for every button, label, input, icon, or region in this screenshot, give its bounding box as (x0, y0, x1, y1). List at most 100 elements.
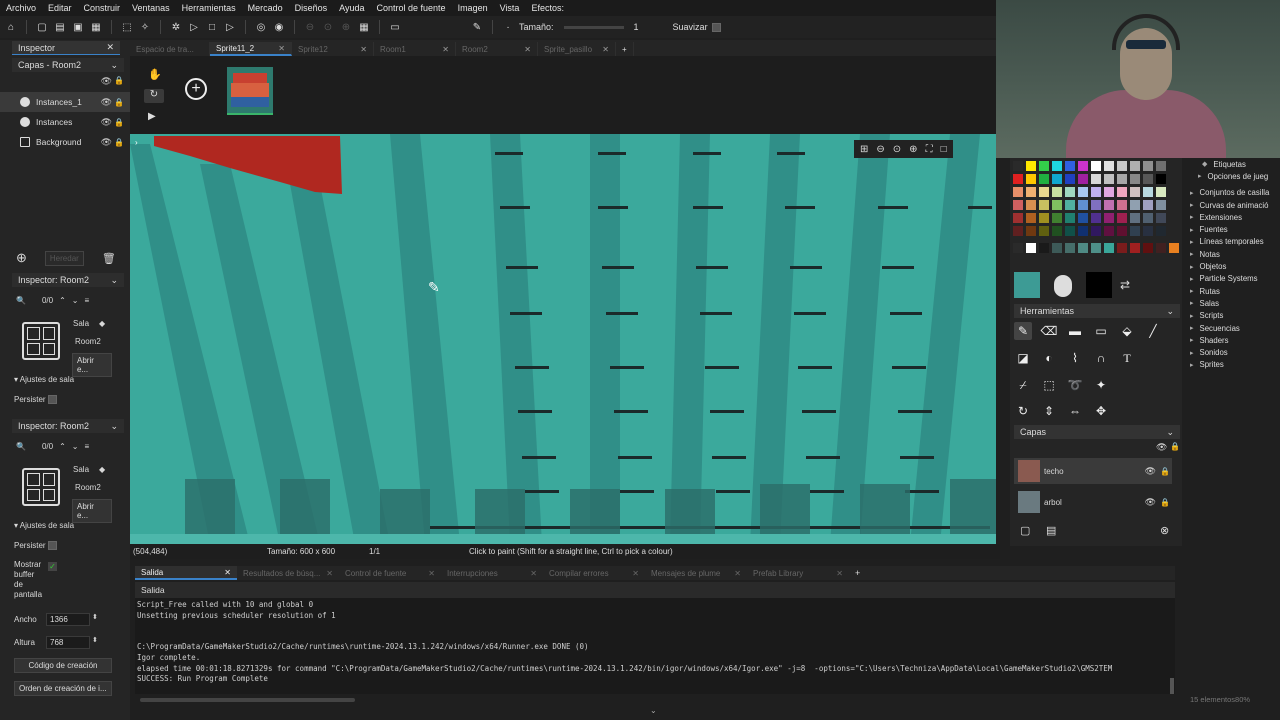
palette-swatch[interactable] (1026, 187, 1036, 197)
palette-swatch[interactable] (1078, 226, 1088, 236)
layers-header[interactable]: Capas - Room2 ⌄ (12, 58, 124, 72)
palette-swatch[interactable] (1104, 200, 1114, 210)
zoom-reset-icon[interactable]: ⊙ (893, 144, 901, 155)
lock-icon[interactable]: 🔒 (114, 118, 124, 127)
asset-folder[interactable]: ▸ Rutas (1182, 285, 1280, 297)
palette-swatch[interactable] (1091, 174, 1101, 184)
stamp-alt-icon[interactable]: ▭ (1092, 322, 1110, 340)
stop-icon[interactable]: □ (205, 20, 219, 34)
text-icon[interactable]: T (1118, 349, 1136, 367)
settings-icon[interactable]: ◉ (272, 20, 286, 34)
output-tab[interactable]: Interrupciones ✕ (441, 566, 543, 580)
add-tab-icon[interactable]: + (616, 42, 634, 56)
size-slider[interactable] (563, 25, 624, 29)
hand-icon[interactable]: ✋ (148, 68, 162, 81)
output-tab[interactable]: Control de fuente ✕ (339, 566, 441, 580)
menu-icon[interactable]: ≡ (85, 442, 90, 451)
palette-swatch[interactable] (1091, 161, 1101, 171)
palette-swatch[interactable] (1091, 187, 1101, 197)
secondary-color-swatch[interactable] (1086, 272, 1112, 298)
palette-swatch[interactable] (1143, 200, 1153, 210)
palette-swatch[interactable] (1026, 161, 1036, 171)
smudge-icon[interactable]: ⌇ (1066, 349, 1084, 367)
palette-swatch[interactable] (1065, 243, 1075, 253)
zoom-out-icon[interactable]: ⊖ (303, 20, 317, 34)
doc-tab[interactable]: Room1 ✕ (374, 42, 456, 56)
palette-swatch[interactable] (1091, 213, 1101, 223)
lock-icon[interactable]: 🔒 (114, 98, 124, 107)
palette-swatch[interactable] (1156, 213, 1166, 223)
chevron-up-icon[interactable]: ⌃ (59, 442, 66, 451)
doc-tab[interactable]: Sprite_pasillo ✕ (538, 42, 616, 56)
palette-swatch[interactable] (1130, 213, 1140, 223)
asset-folder[interactable]: ▸ Sprites (1182, 359, 1280, 371)
grid-icon[interactable]: ▦ (357, 20, 371, 34)
palette-swatch[interactable] (1156, 226, 1166, 236)
palette-swatch[interactable] (1130, 226, 1140, 236)
doc-tab[interactable]: Sprite12 ✕ (292, 42, 374, 56)
palette-swatch[interactable] (1143, 226, 1153, 236)
close-icon[interactable]: ✕ (360, 45, 367, 54)
swap-colors-icon[interactable]: ⇄ (1120, 278, 1130, 292)
palette-swatch[interactable] (1052, 243, 1062, 253)
close-icon[interactable]: ✕ (602, 45, 609, 54)
menu-mercado[interactable]: Mercado (248, 3, 283, 13)
palette-swatch[interactable] (1013, 187, 1023, 197)
palette-swatch[interactable] (1039, 200, 1049, 210)
creation-code-button[interactable]: Código de creación (14, 658, 112, 673)
palette-swatch[interactable] (1039, 226, 1049, 236)
eye-icon[interactable]: 👁 (101, 97, 112, 108)
palette-swatch[interactable] (1078, 243, 1088, 253)
palette-swatch[interactable] (1156, 161, 1166, 171)
rotate-icon[interactable]: ↻ (1014, 402, 1032, 420)
palette-swatch[interactable] (1117, 161, 1127, 171)
palette-swatch[interactable] (1104, 243, 1114, 253)
chevron-down-icon[interactable]: ⌄ (110, 60, 118, 71)
paint-layers-header[interactable]: Capas ⌄ (1014, 425, 1180, 439)
palette-swatch[interactable] (1013, 243, 1023, 253)
search-icon[interactable]: 🔍 (16, 442, 26, 451)
doc-tab[interactable]: Sprite11_2 ✕ (210, 42, 292, 56)
primary-color-swatch[interactable] (1014, 272, 1040, 298)
palette-swatch[interactable] (1169, 243, 1179, 253)
palette-swatch[interactable] (1065, 174, 1075, 184)
output-scrollbar[interactable] (140, 698, 355, 702)
stamp-icon[interactable]: ▬ (1066, 322, 1084, 340)
palette-swatch[interactable] (1026, 174, 1036, 184)
close-icon[interactable]: ✕ (428, 569, 435, 578)
asset-folder[interactable]: ▸ Secuencias (1182, 322, 1280, 334)
palette-swatch[interactable] (1143, 174, 1153, 184)
palette-swatch[interactable] (1039, 161, 1049, 171)
pencil-icon[interactable]: ✎ (470, 20, 484, 34)
asset-folder[interactable]: ▸ Conjuntos de casilla (1182, 187, 1280, 199)
palette-swatch[interactable] (1091, 200, 1101, 210)
asset-tag-item[interactable]: ◆ Etiquetas (1182, 158, 1280, 170)
maximize-icon[interactable]: □ (941, 144, 947, 155)
play-icon[interactable]: ▶ (148, 111, 156, 122)
palette-swatch[interactable] (1039, 187, 1049, 197)
palette-swatch[interactable] (1039, 213, 1049, 223)
sprite-canvas[interactable]: ✎ ⊞ ⊖ ⊙ ⊕ ⛶ □ › (130, 134, 996, 544)
curve-icon[interactable]: ∩ (1092, 349, 1110, 367)
palette-swatch[interactable] (1117, 226, 1127, 236)
close-icon[interactable]: ✕ (442, 45, 449, 54)
palette-swatch[interactable] (1052, 200, 1062, 210)
palette-swatch[interactable] (1065, 200, 1075, 210)
palette-swatch[interactable] (1078, 174, 1088, 184)
inherit-button[interactable]: Heredar (44, 250, 84, 266)
output-vscrollbar[interactable] (1170, 678, 1174, 694)
palette-swatch[interactable] (1078, 161, 1088, 171)
palette-swatch[interactable] (1013, 200, 1023, 210)
menu-construir[interactable]: Construir (84, 3, 121, 13)
tools-header[interactable]: Herramientas ⌄ (1014, 304, 1180, 318)
search-icon[interactable]: 🔍 (16, 296, 26, 305)
open-editor-button[interactable]: Abrir e... (72, 353, 112, 377)
menu-ventanas[interactable]: Ventanas (132, 3, 170, 13)
palette-swatch[interactable] (1104, 226, 1114, 236)
asset-folder[interactable]: ▸ Curvas de animació (1182, 199, 1280, 211)
loop-icon[interactable]: ↻ (144, 89, 164, 103)
palette-swatch[interactable] (1117, 174, 1127, 184)
pencil-icon[interactable]: ✎ (1014, 322, 1032, 340)
zoom-out-icon[interactable]: ⊖ (876, 144, 884, 155)
step-icon[interactable]: ▷ (223, 20, 237, 34)
